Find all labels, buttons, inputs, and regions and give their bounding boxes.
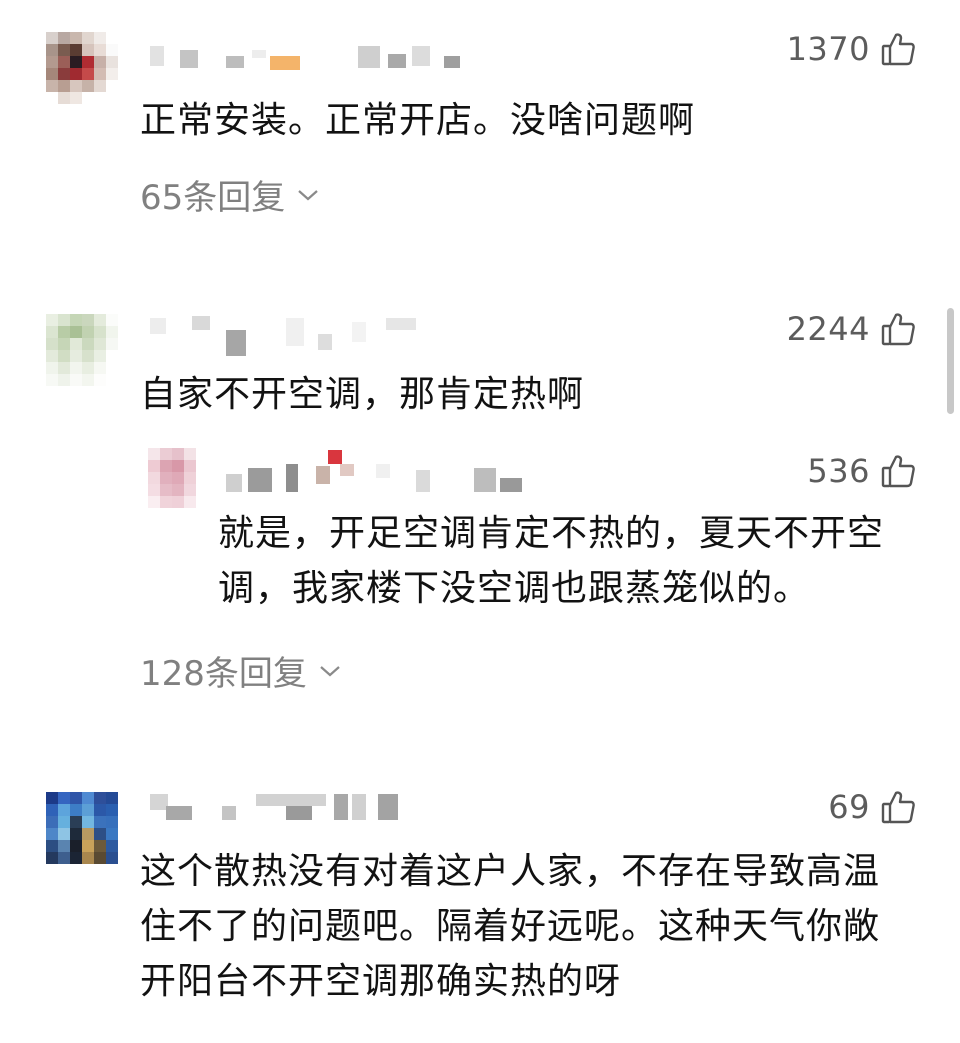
scrollbar[interactable]: [947, 308, 954, 414]
comment-3: 69 这个散热没有对着这户人家，不存在导致高温 住不了的问题吧。隔着好远呢。这种…: [0, 0, 960, 1043]
comment-text-line-1: 这个散热没有对着这户人家，不存在导致高温: [140, 851, 881, 892]
avatar[interactable]: [46, 792, 118, 864]
comment-text-line-2: 住不了的问题吧。隔着好远呢。这种天气你敞: [140, 906, 881, 947]
thumbs-up-icon: [881, 791, 915, 824]
like-button[interactable]: 69: [828, 788, 916, 826]
comment-text-line-3: 开阳台不开空调那确实热的呀: [140, 961, 622, 1002]
username-blurred[interactable]: [146, 790, 416, 820]
like-count: 69: [828, 788, 870, 826]
